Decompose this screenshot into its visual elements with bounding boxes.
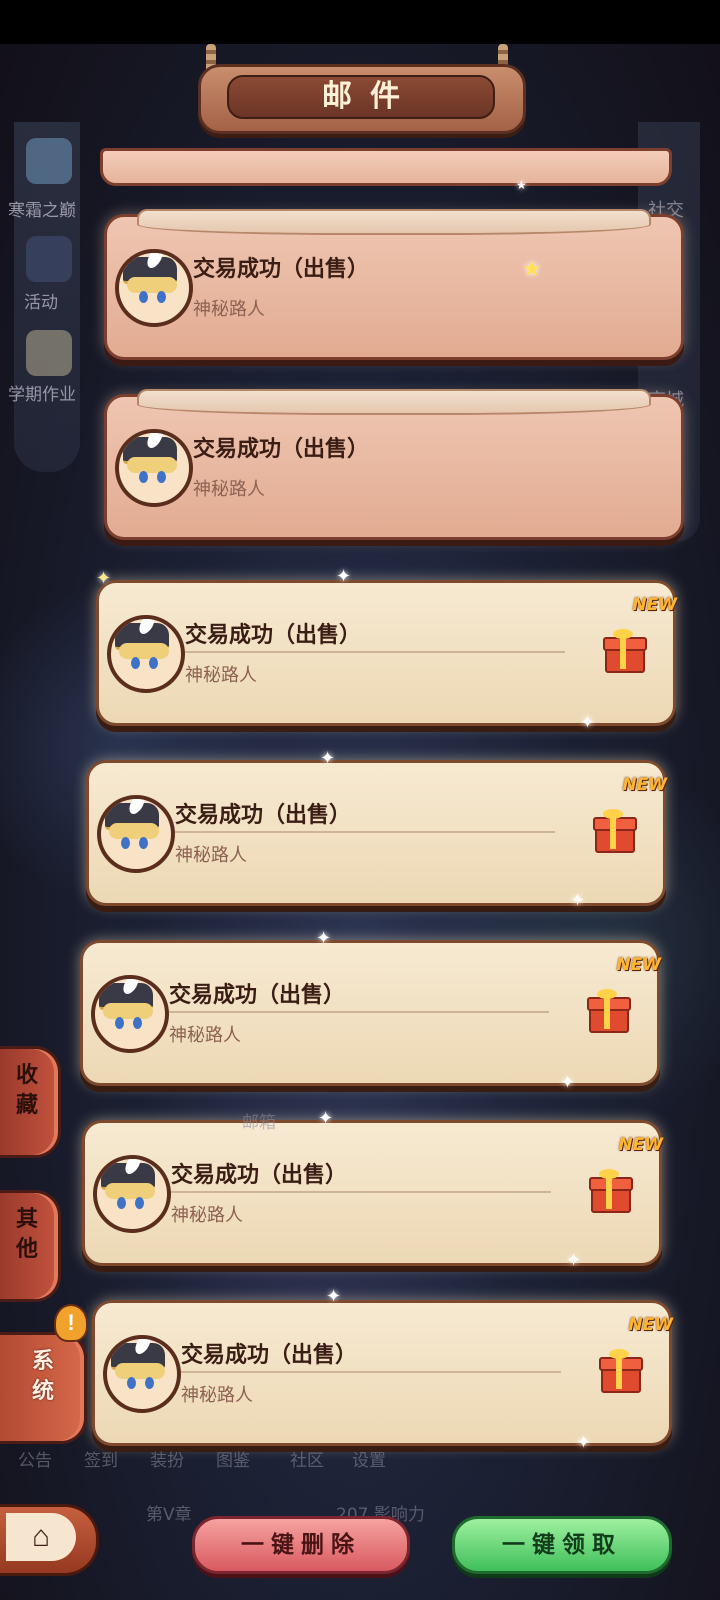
sender-avatar (93, 1155, 171, 1233)
sparkle-icon: ✦ (96, 568, 112, 588)
ghost-nav-0: 公告 (18, 1451, 52, 1471)
sparkle-icon: ✦ (316, 928, 332, 948)
sparkle-icon: ✦ (320, 748, 336, 768)
sender-avatar (115, 429, 193, 507)
sparkle-icon: ★ (522, 256, 542, 281)
gift-icon (593, 809, 637, 853)
home-button[interactable]: ⌂ (0, 1504, 99, 1576)
ghost-nav-2: 装扮 (150, 1451, 184, 1471)
mail-item[interactable]: 交易成功（出售） 神秘路人 (104, 389, 684, 540)
mail-sender: 神秘路人 (181, 1385, 253, 1406)
mail-card-partial[interactable] (100, 148, 672, 186)
homework-icon (26, 330, 72, 376)
mail-sender: 神秘路人 (193, 479, 265, 500)
ghost-nav-5: 设置 (352, 1451, 386, 1471)
mail-title: 交易成功（出售） (169, 983, 346, 1008)
ghost-chapter: 第V章 (146, 1505, 192, 1525)
tab-label: 系统 (31, 1349, 54, 1404)
delete-all-button[interactable]: 一键删除 (192, 1516, 410, 1574)
sparkle-icon: ★ (516, 178, 527, 192)
gift-icon (603, 629, 647, 673)
card-fold (137, 209, 651, 235)
mail-item[interactable]: 交易成功（出售） 神秘路人 (104, 209, 684, 360)
side-label-event-1[interactable]: 寒霜之巅 (8, 196, 76, 221)
mail-sender: 神秘路人 (185, 665, 257, 686)
mail-sender: 神秘路人 (193, 299, 265, 320)
mail-title: 交易成功（出售） (193, 437, 370, 462)
sender-avatar (97, 795, 175, 873)
tab-system[interactable]: 系统 (0, 1332, 87, 1444)
sparkle-icon: ✦ (566, 1250, 582, 1270)
sparkle-icon: ✦ (318, 1108, 334, 1128)
sender-avatar (107, 615, 185, 693)
tab-label: 其他 (15, 1207, 38, 1262)
sparkle-icon: ✦ (560, 1072, 576, 1092)
status-bar (0, 0, 720, 44)
new-badge: NEW (618, 1135, 663, 1155)
gift-icon (587, 989, 631, 1033)
mail-title: 交易成功（出售） (193, 257, 370, 282)
tab-label: 收藏 (15, 1063, 38, 1118)
divider (171, 1191, 551, 1193)
new-badge: NEW (622, 775, 667, 795)
mail-title: 交易成功（出售） (171, 1163, 348, 1188)
mountain-icon (26, 138, 72, 184)
sender-avatar (115, 249, 193, 327)
ghost-nav-3: 图鉴 (216, 1451, 250, 1471)
title-plaque: 邮件 (198, 64, 526, 134)
divider (185, 651, 565, 653)
mail-item[interactable]: 交易成功（出售） 神秘路人 NEW (86, 760, 667, 906)
divider (175, 831, 555, 833)
tab-favorites[interactable]: 收藏 (0, 1046, 61, 1158)
ghost-mailbox-label: 邮箱 (242, 1113, 276, 1133)
sparkle-icon: ✦ (326, 1286, 342, 1306)
sparkle-icon: ✦ (570, 890, 586, 910)
alert-icon: ! (54, 1304, 88, 1342)
mail-sender: 神秘路人 (169, 1025, 241, 1046)
home-icon: ⌂ (6, 1513, 76, 1561)
claim-all-button[interactable]: 一键领取 (452, 1516, 672, 1574)
sparkle-icon: ✦ (576, 1432, 592, 1452)
new-badge: NEW (616, 955, 661, 975)
sparkle-icon: ✦ (336, 566, 352, 586)
mail-title: 交易成功（出售） (185, 623, 362, 648)
mail-sender: 神秘路人 (171, 1205, 243, 1226)
event-icon (26, 236, 72, 282)
card-fold (137, 389, 651, 415)
mail-title: 交易成功（出售） (181, 1343, 358, 1368)
tab-other[interactable]: 其他 (0, 1190, 61, 1302)
mail-title: 交易成功（出售） (175, 803, 352, 828)
ghost-nav-4: 社区 (290, 1451, 324, 1471)
page-title: 邮件 (227, 75, 495, 119)
sender-avatar (91, 975, 169, 1053)
mail-item[interactable]: 交易成功（出售） 神秘路人 NEW (96, 580, 677, 726)
gift-icon (589, 1169, 633, 1213)
ghost-nav-1: 签到 (84, 1451, 118, 1471)
mail-item[interactable]: 交易成功（出售） 神秘路人 NEW (92, 1300, 673, 1446)
side-label-event-3[interactable]: 学期作业 (8, 380, 76, 405)
side-label-event-2[interactable]: 活动 (24, 288, 58, 313)
mail-item[interactable]: 交易成功（出售） 神秘路人 NEW (82, 1120, 663, 1266)
new-badge: NEW (632, 595, 677, 615)
gift-icon (599, 1349, 643, 1393)
sparkle-icon: ✦ (580, 712, 596, 732)
mail-item[interactable]: 交易成功（出售） 神秘路人 NEW (80, 940, 661, 1086)
divider (181, 1371, 561, 1373)
new-badge: NEW (628, 1315, 673, 1335)
sender-avatar (103, 1335, 181, 1413)
mail-sender: 神秘路人 (175, 845, 247, 866)
divider (169, 1011, 549, 1013)
